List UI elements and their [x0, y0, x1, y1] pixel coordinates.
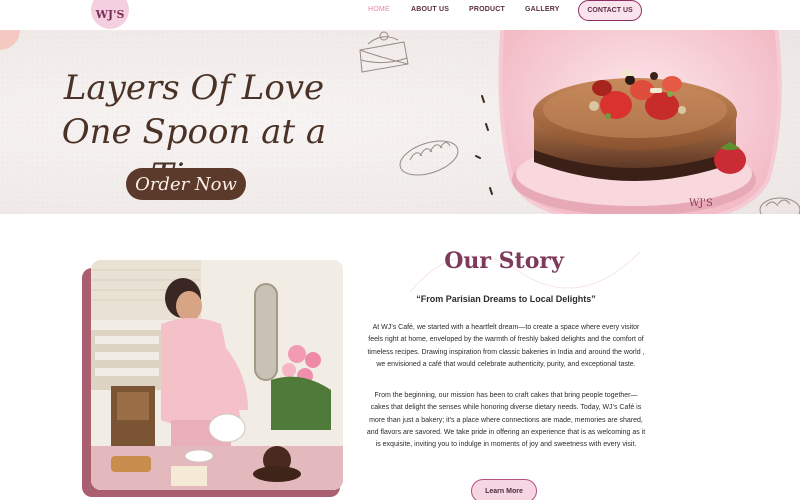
our-story-heading: Our Story: [444, 248, 564, 274]
learn-more-button[interactable]: Learn More: [471, 479, 537, 500]
cake-board-text: WJ'S: [689, 198, 713, 209]
our-story-paragraph-1: At WJ’s Café, we started with a heartfel…: [367, 324, 645, 368]
bread-doodle-icon: [399, 140, 459, 176]
owner-serving-tea-photo: [91, 260, 343, 490]
top-navbar: WJ'S HOME ABOUT US PRODUCT GALLERY CONTA…: [0, 0, 800, 30]
nav-product[interactable]: PRODUCT: [469, 6, 505, 13]
order-now-button[interactable]: Order Now: [126, 168, 246, 200]
nav-home[interactable]: HOME: [368, 6, 390, 13]
our-story-paragraph-2: From the beginning, our mission has been…: [366, 392, 646, 449]
nav-about-us[interactable]: ABOUT US: [411, 6, 449, 13]
hero-headline-line1: Layers Of Love: [63, 68, 325, 108]
pastry-doodle-icon: [759, 197, 800, 214]
hero-banner: Layers Of Love One Spoon at a Time Order…: [0, 30, 800, 214]
nav-gallery[interactable]: GALLERY: [525, 6, 560, 13]
brand-logo[interactable]: WJ'S: [91, 0, 129, 29]
contact-us-button[interactable]: CONTACT US: [578, 0, 642, 21]
chocolate-cake-image: WJ'S: [498, 30, 782, 214]
our-story-subtitle: “From Parisian Dreams to Local Delights”: [416, 294, 596, 304]
brand-logo-text: WJ'S: [95, 7, 125, 21]
